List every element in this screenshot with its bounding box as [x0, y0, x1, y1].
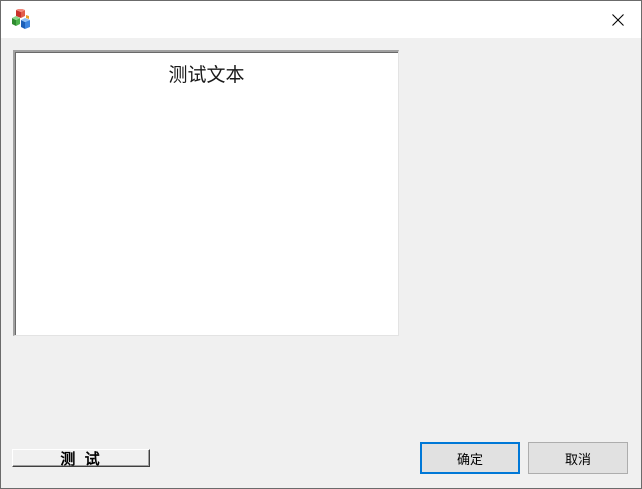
app-blocks-icon [10, 8, 32, 31]
text-display-content: 测试文本 [168, 64, 245, 86]
close-icon [612, 13, 624, 26]
dialog-window: 测试文本 测 试 确定 取消 [0, 0, 642, 489]
client-area: 测试文本 测 试 确定 取消 [1, 38, 641, 488]
close-button[interactable] [595, 1, 641, 38]
test-button[interactable]: 测 试 [12, 449, 150, 468]
ok-button[interactable]: 确定 [420, 442, 520, 474]
title-bar[interactable] [1, 1, 641, 38]
text-display-box[interactable]: 测试文本 [13, 50, 399, 336]
cancel-button[interactable]: 取消 [528, 442, 628, 474]
